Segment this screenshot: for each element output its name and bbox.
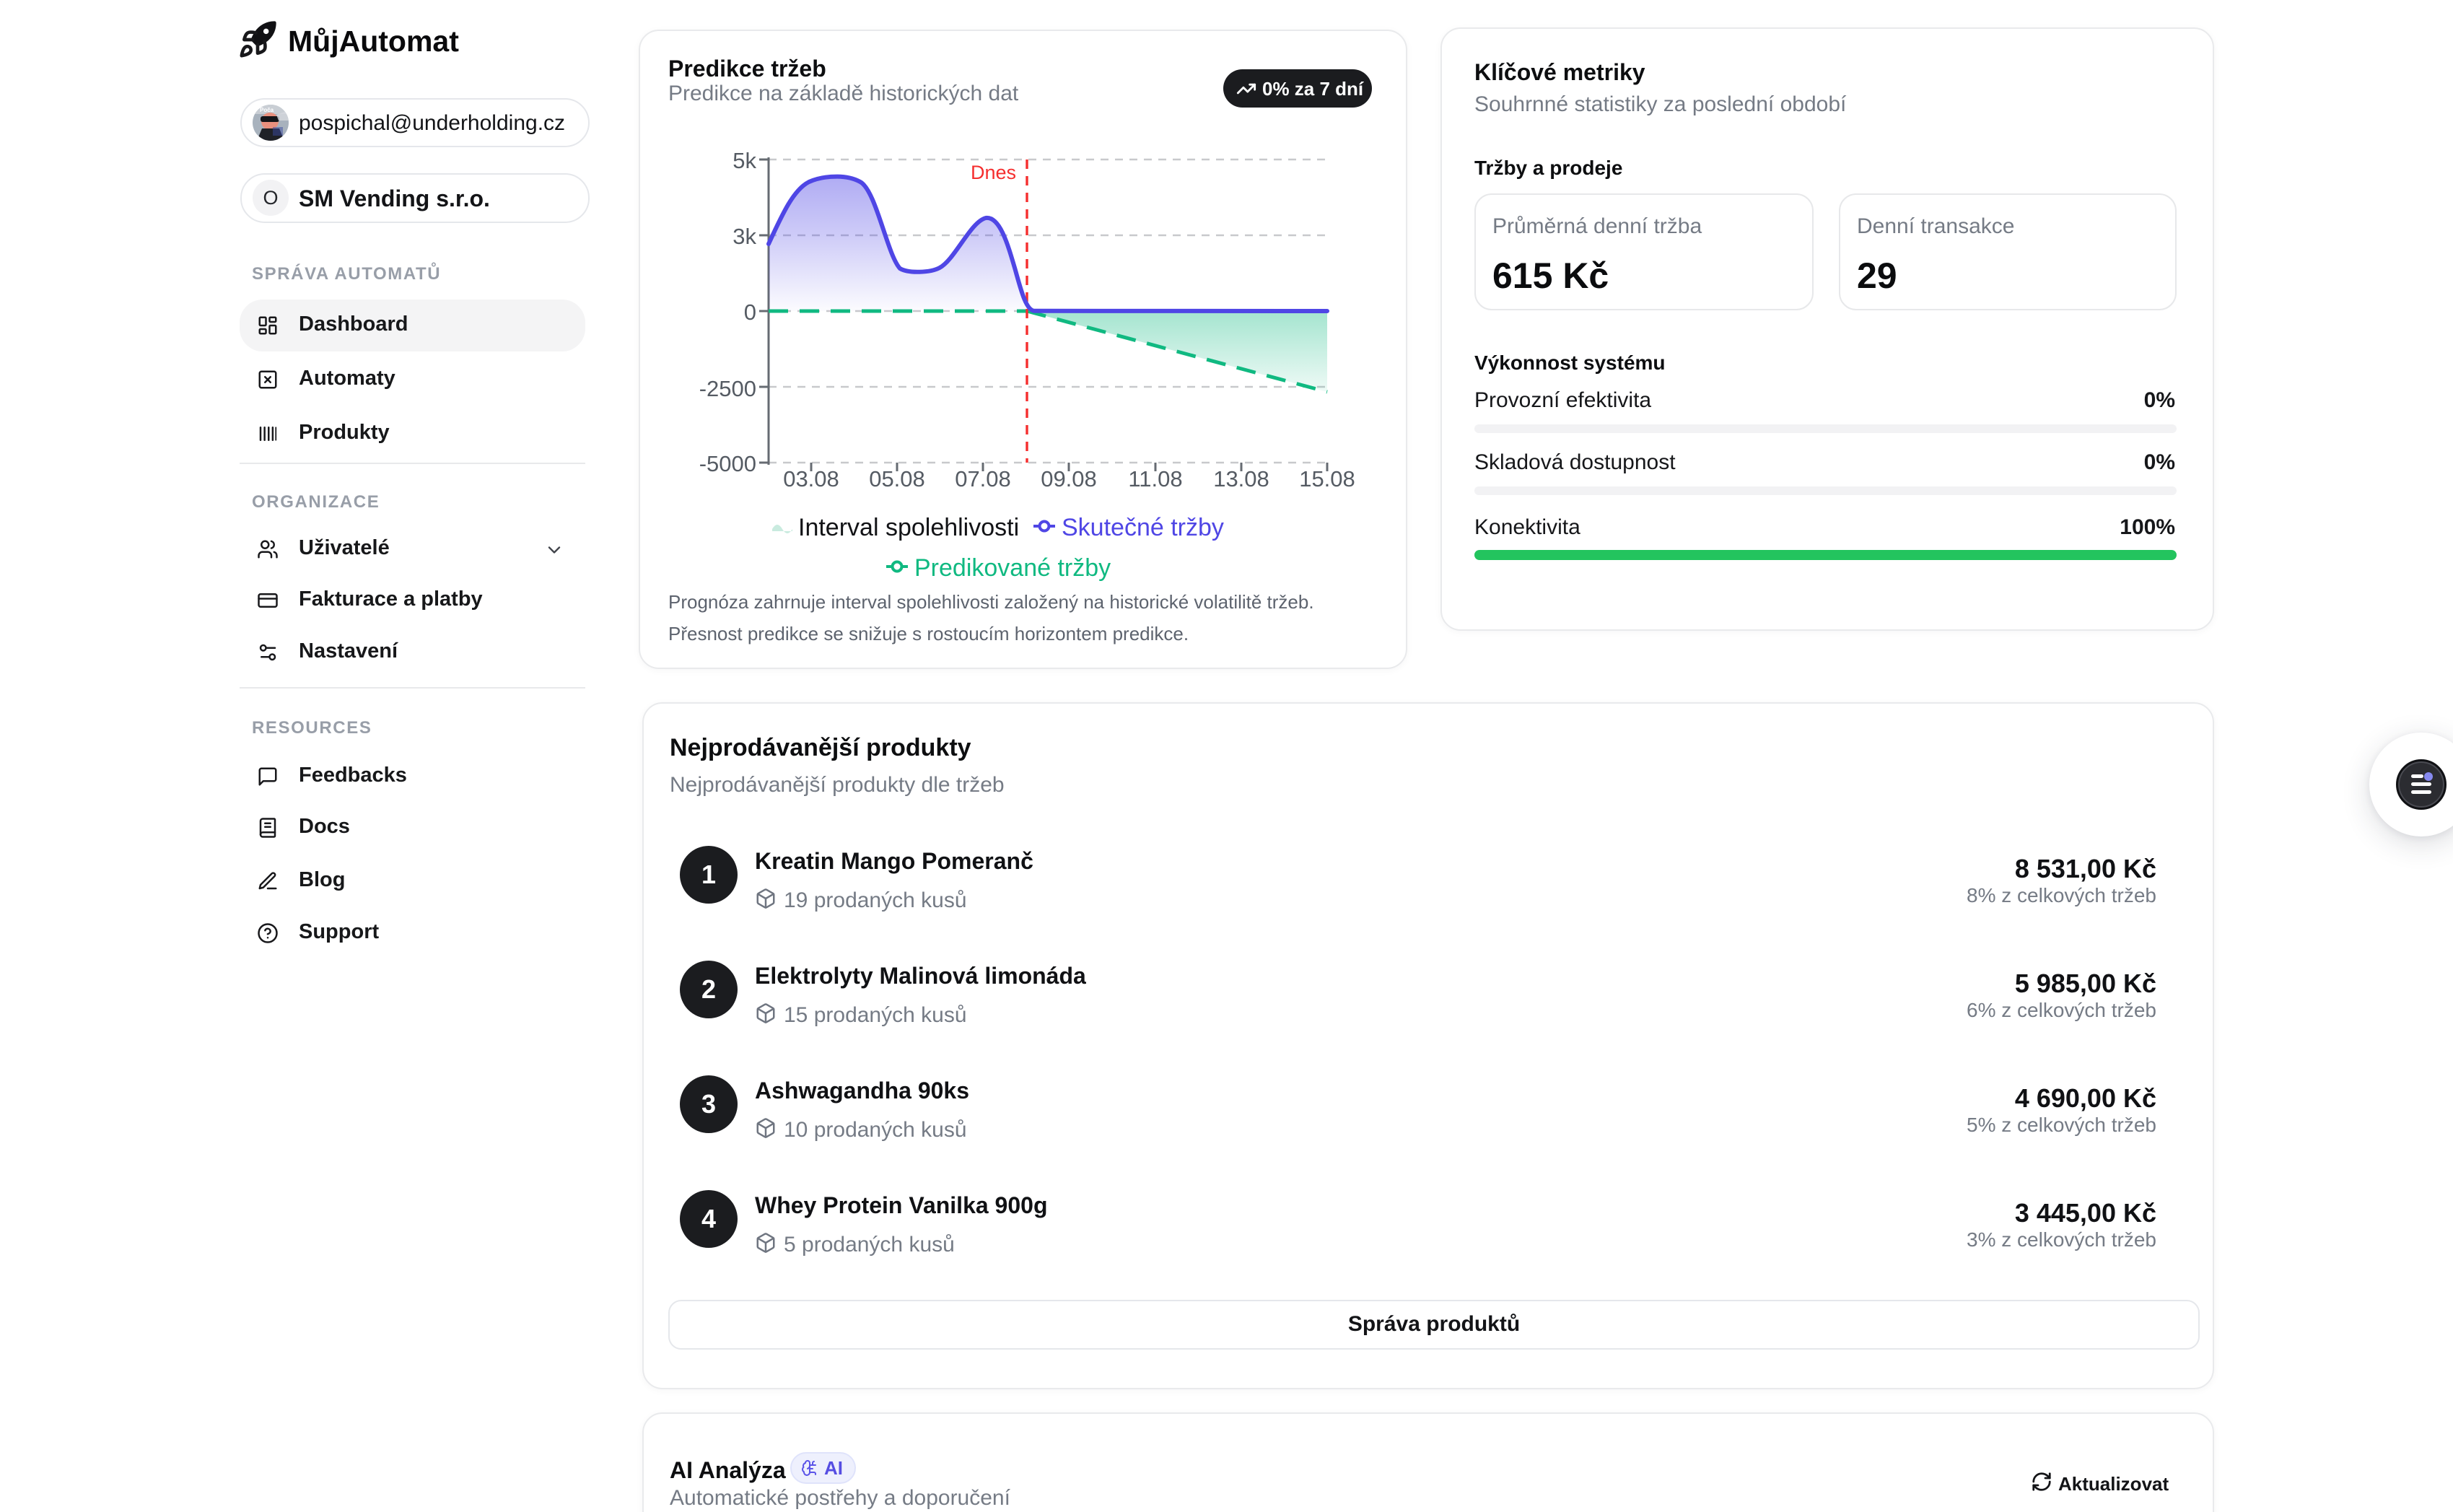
svg-text:11.08: 11.08 (1128, 466, 1182, 491)
svg-text:-2500: -2500 (699, 376, 756, 401)
svg-text:-5000: -5000 (699, 451, 756, 476)
svg-text:Dnes: Dnes (971, 162, 1016, 183)
svg-text:3k: 3k (733, 224, 756, 249)
svg-text:07.08: 07.08 (955, 466, 1011, 491)
svg-text:05.08: 05.08 (869, 466, 925, 491)
svg-text:09.08: 09.08 (1041, 466, 1097, 491)
svg-text:13.08: 13.08 (1213, 466, 1269, 491)
svg-text:5k: 5k (733, 148, 756, 173)
svg-text:15.08: 15.08 (1299, 466, 1355, 491)
svg-text:0: 0 (744, 300, 756, 325)
svg-text:03.08: 03.08 (783, 466, 839, 491)
